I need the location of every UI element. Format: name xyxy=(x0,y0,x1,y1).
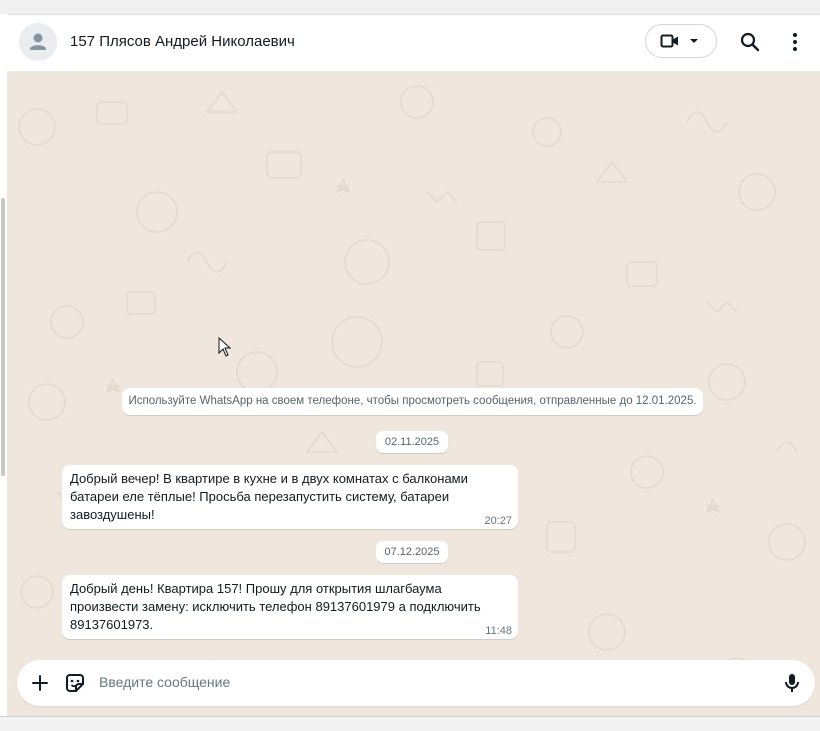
message-line: батареи еле тёплые! Просьба перезапустит… xyxy=(70,489,450,504)
message-text: Добрый день! Квартира 157! Прошу для отк… xyxy=(70,580,490,634)
message-line: 89137601973. xyxy=(70,617,154,632)
contact-name[interactable]: 157 Плясов Андрей Николаевич xyxy=(70,33,295,50)
message-composer: Введите сообщение xyxy=(17,660,815,706)
search-button[interactable] xyxy=(732,24,768,60)
message-input[interactable]: Введите сообщение xyxy=(99,674,230,690)
message-text: Добрый вечер! В квартире в кухне и в дву… xyxy=(70,470,490,524)
message-time: 11:48 xyxy=(485,625,512,637)
incoming-message[interactable]: Добрый вечер! В квартире в кухне и в дву… xyxy=(62,465,518,529)
sticker-icon[interactable] xyxy=(61,669,89,697)
date-separator: 02.11.2025 xyxy=(376,431,448,453)
taskbar-edge xyxy=(0,716,820,731)
person-avatar-icon xyxy=(30,33,46,50)
encryption-history-notice: Используйте WhatsApp на своем телефоне, … xyxy=(122,388,703,415)
video-call-button[interactable] xyxy=(645,24,717,58)
plus-icon[interactable] xyxy=(26,669,54,697)
message-line: произвести замену: исключить телефон 891… xyxy=(70,599,481,614)
mouse-cursor-icon xyxy=(218,337,232,357)
menu-button[interactable] xyxy=(777,24,813,60)
contact-avatar[interactable] xyxy=(19,23,57,61)
message-time: 20:27 xyxy=(484,515,512,527)
browser-top-strip xyxy=(0,0,820,15)
search-icon xyxy=(740,32,760,52)
date-separator: 07.12.2025 xyxy=(376,541,448,563)
message-line: Добрый день! Квартира 157! Прошу для отк… xyxy=(70,581,442,596)
microphone-icon[interactable] xyxy=(778,669,806,697)
chevron-down-icon xyxy=(690,39,698,43)
video-camera-icon xyxy=(660,34,678,48)
message-line: Добрый вечер! В квартире в кухне и в дву… xyxy=(70,471,468,486)
chat-header: 157 Плясов Андрей Николаевич xyxy=(7,15,820,72)
left-scrollbar[interactable] xyxy=(1,198,5,476)
chat-area[interactable]: Используйте WhatsApp на своем телефоне, … xyxy=(7,72,820,716)
incoming-message[interactable]: Добрый день! Квартира 157! Прошу для отк… xyxy=(62,575,518,639)
more-vertical-icon xyxy=(793,33,797,51)
message-line: завоздушены! xyxy=(70,507,155,522)
